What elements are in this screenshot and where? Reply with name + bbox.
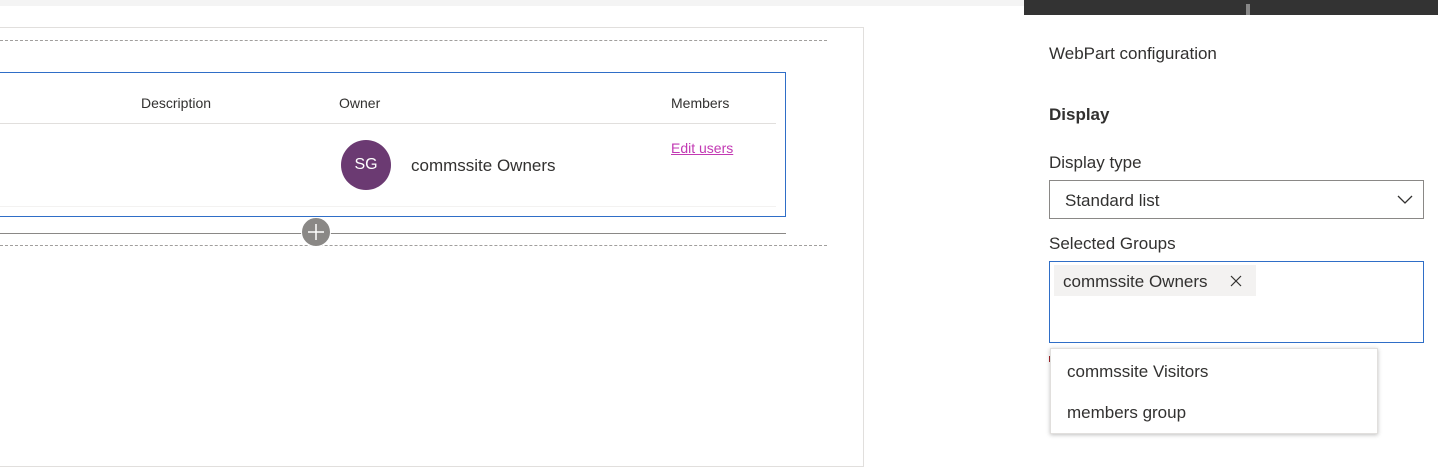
display-type-value: Standard list (1065, 191, 1160, 210)
property-pane: WebPart configuration Display Display ty… (1024, 0, 1438, 463)
selected-groups-label: Selected Groups (1049, 234, 1176, 253)
property-pane-title: WebPart configuration (1049, 44, 1217, 63)
column-header-description: Description (141, 95, 212, 111)
selected-group-chip-label: commssite Owners (1063, 272, 1208, 291)
insert-line (0, 233, 786, 234)
add-section-button[interactable] (301, 217, 331, 247)
suggestion-item[interactable]: commssite Visitors (1067, 362, 1208, 382)
selected-group-chip[interactable]: commssite Owners (1054, 265, 1256, 296)
suggestions-list: commssite Visitors members group (1050, 348, 1378, 434)
column-header-owner: Owner (339, 95, 381, 111)
suggestion-item[interactable]: members group (1067, 403, 1186, 423)
column-header-members: Members (671, 95, 730, 111)
group-picker-input[interactable]: commssite Owners (1049, 261, 1424, 343)
section-bottom-divider (0, 245, 827, 246)
avatar-initials: SG (354, 156, 378, 173)
display-type-dropdown[interactable]: Standard list (1049, 180, 1424, 219)
plus-icon (308, 224, 324, 240)
close-icon[interactable] (1228, 273, 1244, 289)
section-top-divider (0, 40, 827, 41)
webpart-container[interactable] (0, 72, 786, 217)
header-divider (0, 123, 776, 124)
owner-name: commssite Owners (411, 156, 556, 175)
edit-users-link[interactable]: Edit users (671, 140, 733, 156)
chevron-down-icon (1397, 195, 1413, 204)
top-strip (0, 0, 1024, 6)
display-type-label: Display type (1049, 153, 1142, 172)
display-section-heading: Display (1049, 105, 1110, 124)
property-pane-header (1024, 0, 1438, 15)
avatar: SG (341, 140, 391, 190)
row-divider (0, 206, 776, 207)
